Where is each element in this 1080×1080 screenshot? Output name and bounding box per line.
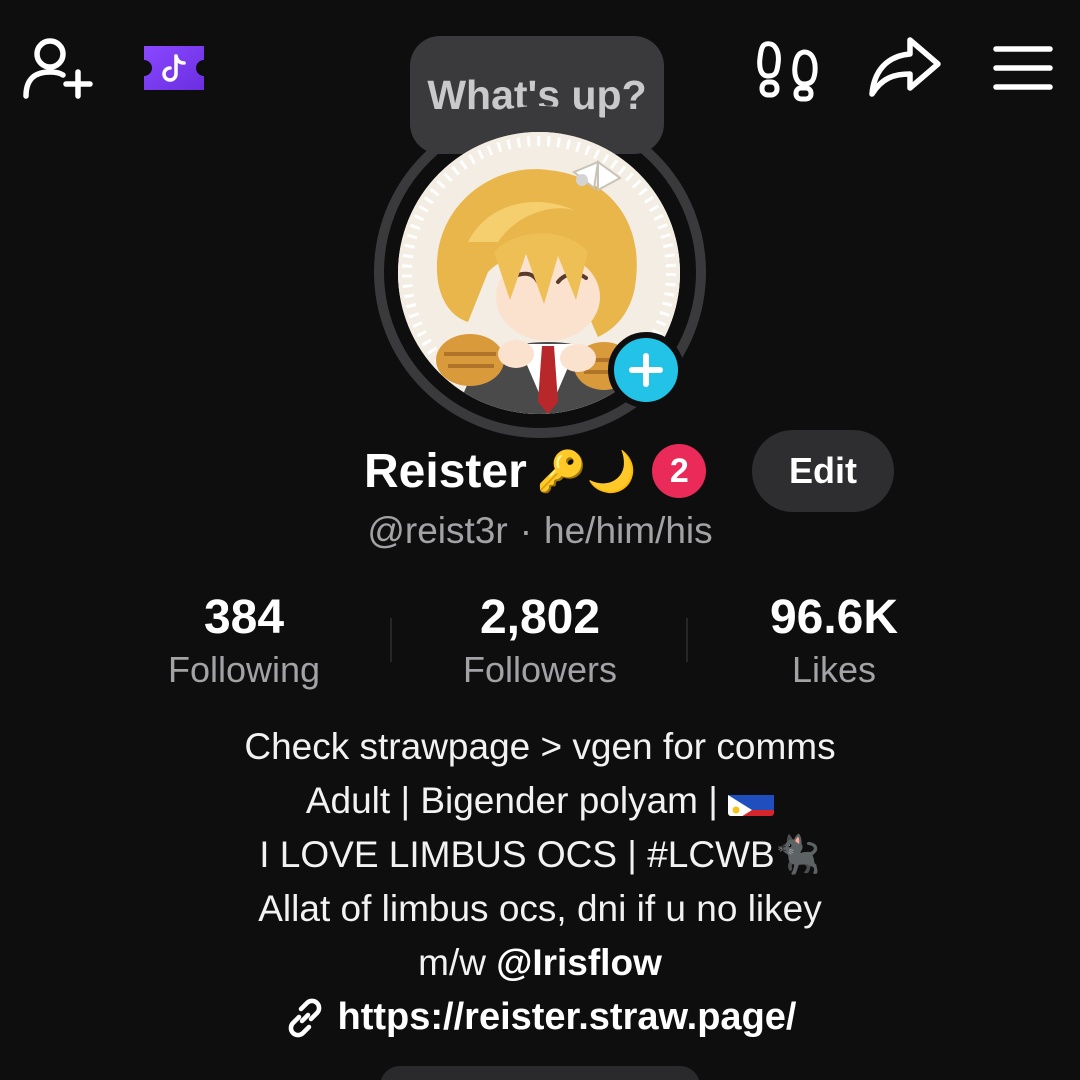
notification-badge[interactable]: 2 (652, 444, 707, 498)
hamburger-menu-icon[interactable] (990, 40, 1056, 96)
bio-line: Allat of limbus ocs, dni if u no likey (258, 888, 822, 929)
bio-line: I LOVE LIMBUS OCS | #LCWB🐈‍⬛ (0, 828, 1080, 882)
pronouns: he/him/his (544, 510, 713, 551)
plus-icon (629, 353, 663, 387)
philippines-flag-icon (728, 786, 775, 816)
username: @reist3r (367, 510, 508, 551)
mention-link[interactable]: @Irisflow (496, 942, 662, 983)
name-emojis: 🔑🌙 (536, 448, 637, 495)
likes-count: 96.6K (769, 591, 899, 644)
bio-line-text: m/w (418, 942, 497, 983)
bottom-pill-button[interactable] (380, 1066, 700, 1080)
handle-row: @reist3r · he/him/his (0, 510, 1080, 552)
stat-divider (390, 618, 392, 662)
share-arrow-icon[interactable] (866, 32, 944, 102)
following-count: 384 (203, 591, 285, 644)
bio: Check strawpage > vgen for comms Adult |… (0, 720, 1080, 990)
bio-line-text: I LOVE LIMBUS OCS | #LCWB (259, 834, 775, 875)
followers-label: Followers (462, 649, 618, 690)
likes-stat[interactable]: 96.6K Likes (704, 590, 964, 694)
following-stat[interactable]: 384 Following (114, 590, 374, 694)
black-cat-icon: 🐈‍⬛ (774, 833, 821, 876)
footprints-icon[interactable] (752, 34, 824, 104)
followers-stat[interactable]: 2,802 Followers (410, 590, 670, 694)
edit-profile-button[interactable]: Edit (752, 430, 894, 512)
bio-line: m/w @Irisflow (0, 936, 1080, 990)
bio-line: Check strawpage > vgen for comms (244, 726, 836, 767)
following-label: Following (167, 649, 321, 690)
handle-separator: · (519, 510, 533, 551)
tiktok-badge-icon[interactable] (140, 42, 208, 94)
name-row: Reister 🔑🌙 2 (364, 436, 707, 506)
add-friend-icon[interactable] (18, 32, 96, 104)
add-story-button[interactable] (608, 332, 684, 408)
status-bubble-tail-dot (576, 174, 588, 186)
bio-line-text: Adult | Bigender polyam | (305, 780, 729, 821)
profile-link[interactable]: https://reister.straw.page/ (0, 996, 1080, 1039)
stat-divider (686, 618, 688, 662)
profile-link-url: https://reister.straw.page/ (337, 996, 797, 1038)
link-icon (288, 998, 321, 1037)
followers-count: 2,802 (479, 591, 601, 644)
likes-label: Likes (791, 649, 877, 690)
bio-line: Adult | Bigender polyam | (0, 774, 1080, 828)
display-name: Reister (364, 444, 527, 498)
